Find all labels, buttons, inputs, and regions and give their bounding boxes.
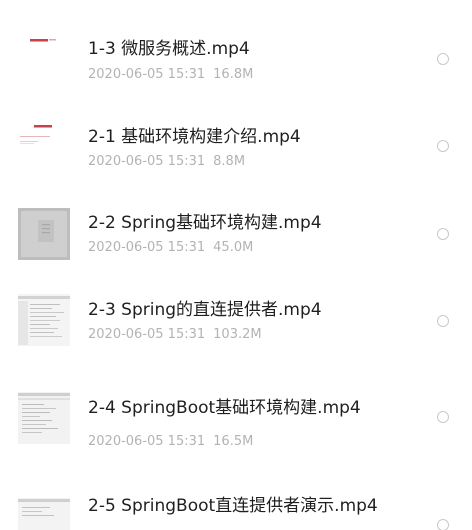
- file-date: 2020-06-05 15:31: [88, 434, 206, 449]
- file-name: 1-3 微服务概述.mp4: [88, 39, 250, 59]
- file-row[interactable]: 2-1 基础环境构建介绍.mp4 2020-06-05 15:31 8.8M: [0, 88, 472, 176]
- select-radio[interactable]: [437, 228, 449, 240]
- file-meta: 2020-06-05 15:31 16.5M: [88, 434, 253, 449]
- file-date: 2020-06-05 15:31: [88, 327, 206, 342]
- file-date: 2020-06-05 15:31: [88, 154, 206, 169]
- file-name: 2-5 SpringBoot直连提供者演示.mp4: [88, 496, 378, 516]
- file-name: 2-4 SpringBoot基础环境构建.mp4: [88, 398, 361, 418]
- file-size: 8.8M: [213, 154, 246, 169]
- select-radio[interactable]: [437, 411, 449, 423]
- video-thumbnail: [18, 294, 70, 346]
- file-name: 2-3 Spring的直连提供者.mp4: [88, 300, 322, 320]
- file-name: 2-1 基础环境构建介绍.mp4: [88, 127, 301, 147]
- file-meta: 2020-06-05 15:31 45.0M: [88, 240, 253, 255]
- video-thumbnail: [18, 208, 70, 260]
- video-thumbnail: [18, 392, 70, 444]
- video-thumbnail: [18, 110, 70, 162]
- file-row[interactable]: 2-2 Spring基础环境构建.mp4 2020-06-05 15:31 45.…: [0, 176, 472, 264]
- file-size: 16.8M: [213, 67, 254, 82]
- select-radio[interactable]: [437, 519, 449, 530]
- file-row[interactable]: 2-4 SpringBoot基础环境构建.mp4 2020-06-05 15:3…: [0, 352, 472, 449]
- file-row[interactable]: 2-5 SpringBoot直连提供者演示.mp4: [0, 470, 472, 530]
- file-size: 16.5M: [213, 434, 254, 449]
- file-size: 103.2M: [213, 327, 262, 342]
- video-thumbnail: [18, 22, 70, 74]
- file-size: 45.0M: [213, 240, 254, 255]
- select-radio[interactable]: [437, 315, 449, 327]
- file-meta: 2020-06-05 15:31 16.8M: [88, 67, 253, 82]
- file-date: 2020-06-05 15:31: [88, 67, 206, 82]
- video-thumbnail: [18, 498, 70, 530]
- file-date: 2020-06-05 15:31: [88, 240, 206, 255]
- select-radio[interactable]: [437, 140, 449, 152]
- file-row[interactable]: 1-3 微服务概述.mp4 2020-06-05 15:31 16.8M: [0, 0, 472, 88]
- file-name: 2-2 Spring基础环境构建.mp4: [88, 213, 322, 233]
- file-meta: 2020-06-05 15:31 103.2M: [88, 327, 262, 342]
- file-meta: 2020-06-05 15:31 8.8M: [88, 154, 245, 169]
- file-list: 1-3 微服务概述.mp4 2020-06-05 15:31 16.8M 2-1 …: [0, 0, 472, 530]
- select-radio[interactable]: [437, 53, 449, 65]
- file-row[interactable]: 2-3 Spring的直连提供者.mp4 2020-06-05 15:31 103…: [0, 264, 472, 352]
